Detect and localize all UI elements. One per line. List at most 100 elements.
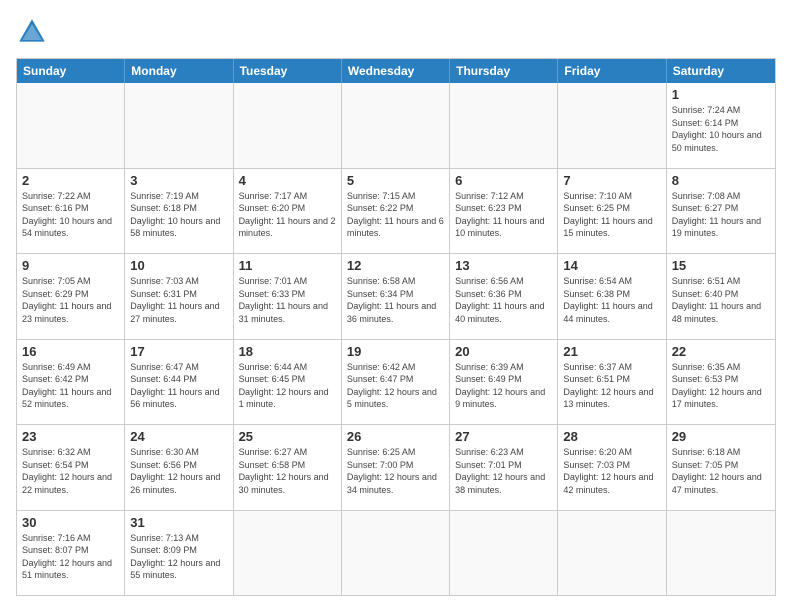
calendar-cell: 23 Sunrise: 6:32 AM Sunset: 6:54 PM Dayli… [17, 425, 125, 510]
day-info: Sunrise: 6:44 AM Sunset: 6:45 PM Dayligh… [239, 361, 336, 411]
day-number: 21 [563, 344, 660, 359]
calendar-cell [558, 511, 666, 596]
calendar-cell: 8 Sunrise: 7:08 AM Sunset: 6:27 PM Daylig… [667, 169, 775, 254]
day-info: Sunrise: 6:37 AM Sunset: 6:51 PM Dayligh… [563, 361, 660, 411]
day-number: 2 [22, 173, 119, 188]
calendar-cell: 22 Sunrise: 6:35 AM Sunset: 6:53 PM Dayli… [667, 340, 775, 425]
day-number: 6 [455, 173, 552, 188]
calendar-body: 1 Sunrise: 7:24 AM Sunset: 6:14 PM Daylig… [17, 83, 775, 595]
day-info: Sunrise: 6:58 AM Sunset: 6:34 PM Dayligh… [347, 275, 444, 325]
day-info: Sunrise: 6:25 AM Sunset: 7:00 PM Dayligh… [347, 446, 444, 496]
calendar-cell: 5 Sunrise: 7:15 AM Sunset: 6:22 PM Daylig… [342, 169, 450, 254]
calendar-cell [125, 83, 233, 168]
calendar-cell [667, 511, 775, 596]
calendar-cell: 19Sunrise: 6:42 AM Sunset: 6:47 PM Dayli… [342, 340, 450, 425]
day-number: 4 [239, 173, 336, 188]
day-number: 16 [22, 344, 119, 359]
day-number: 24 [130, 429, 227, 444]
day-number: 22 [672, 344, 770, 359]
day-info: Sunrise: 7:19 AM Sunset: 6:18 PM Dayligh… [130, 190, 227, 240]
calendar-cell [558, 83, 666, 168]
day-info: Sunrise: 6:27 AM Sunset: 6:58 PM Dayligh… [239, 446, 336, 496]
calendar-cell: 16 Sunrise: 6:49 AM Sunset: 6:42 PM Dayli… [17, 340, 125, 425]
calendar-row-6: 30Sunrise: 7:16 AM Sunset: 8:07 PM Dayli… [17, 510, 775, 596]
day-info: Sunrise: 6:56 AM Sunset: 6:36 PM Dayligh… [455, 275, 552, 325]
calendar-cell: 17Sunrise: 6:47 AM Sunset: 6:44 PM Dayli… [125, 340, 233, 425]
day-number: 30 [22, 515, 119, 530]
day-number: 5 [347, 173, 444, 188]
day-number: 1 [672, 87, 770, 102]
page: SundayMondayTuesdayWednesdayThursdayFrid… [0, 0, 792, 612]
day-info: Sunrise: 7:05 AM Sunset: 6:29 PM Dayligh… [22, 275, 119, 325]
calendar-row-3: 9Sunrise: 7:05 AM Sunset: 6:29 PM Daylig… [17, 253, 775, 339]
calendar-cell: 29Sunrise: 6:18 AM Sunset: 7:05 PM Dayli… [667, 425, 775, 510]
day-number: 26 [347, 429, 444, 444]
calendar-cell [450, 83, 558, 168]
day-info: Sunrise: 7:12 AM Sunset: 6:23 PM Dayligh… [455, 190, 552, 240]
calendar-cell [234, 83, 342, 168]
calendar-row-4: 16 Sunrise: 6:49 AM Sunset: 6:42 PM Dayli… [17, 339, 775, 425]
calendar-cell: 13 Sunrise: 6:56 AM Sunset: 6:36 PM Dayli… [450, 254, 558, 339]
calendar-cell: 4 Sunrise: 7:17 AM Sunset: 6:20 PM Daylig… [234, 169, 342, 254]
day-info: Sunrise: 6:47 AM Sunset: 6:44 PM Dayligh… [130, 361, 227, 411]
calendar-cell: 9Sunrise: 7:05 AM Sunset: 6:29 PM Daylig… [17, 254, 125, 339]
day-number: 3 [130, 173, 227, 188]
day-info: Sunrise: 6:51 AM Sunset: 6:40 PM Dayligh… [672, 275, 770, 325]
calendar: SundayMondayTuesdayWednesdayThursdayFrid… [16, 58, 776, 596]
day-info: Sunrise: 6:42 AM Sunset: 6:47 PM Dayligh… [347, 361, 444, 411]
day-number: 10 [130, 258, 227, 273]
day-info: Sunrise: 6:32 AM Sunset: 6:54 PM Dayligh… [22, 446, 119, 496]
day-number: 8 [672, 173, 770, 188]
header [16, 16, 776, 48]
day-number: 12 [347, 258, 444, 273]
calendar-cell: 6 Sunrise: 7:12 AM Sunset: 6:23 PM Daylig… [450, 169, 558, 254]
day-info: Sunrise: 6:30 AM Sunset: 6:56 PM Dayligh… [130, 446, 227, 496]
day-info: Sunrise: 7:15 AM Sunset: 6:22 PM Dayligh… [347, 190, 444, 240]
calendar-cell: 24 Sunrise: 6:30 AM Sunset: 6:56 PM Dayli… [125, 425, 233, 510]
day-info: Sunrise: 6:20 AM Sunset: 7:03 PM Dayligh… [563, 446, 660, 496]
day-number: 18 [239, 344, 336, 359]
day-number: 14 [563, 258, 660, 273]
day-info: Sunrise: 6:18 AM Sunset: 7:05 PM Dayligh… [672, 446, 770, 496]
day-number: 13 [455, 258, 552, 273]
calendar-cell: 30Sunrise: 7:16 AM Sunset: 8:07 PM Dayli… [17, 511, 125, 596]
day-info: Sunrise: 7:08 AM Sunset: 6:27 PM Dayligh… [672, 190, 770, 240]
day-info: Sunrise: 6:35 AM Sunset: 6:53 PM Dayligh… [672, 361, 770, 411]
calendar-cell: 31 Sunrise: 7:13 AM Sunset: 8:09 PM Dayli… [125, 511, 233, 596]
day-number: 27 [455, 429, 552, 444]
calendar-cell: 1 Sunrise: 7:24 AM Sunset: 6:14 PM Daylig… [667, 83, 775, 168]
day-info: Sunrise: 6:49 AM Sunset: 6:42 PM Dayligh… [22, 361, 119, 411]
day-info: Sunrise: 6:54 AM Sunset: 6:38 PM Dayligh… [563, 275, 660, 325]
day-number: 20 [455, 344, 552, 359]
calendar-cell [342, 83, 450, 168]
day-info: Sunrise: 6:39 AM Sunset: 6:49 PM Dayligh… [455, 361, 552, 411]
header-day-tuesday: Tuesday [234, 59, 342, 83]
day-number: 28 [563, 429, 660, 444]
calendar-row-2: 2 Sunrise: 7:22 AM Sunset: 6:16 PM Daylig… [17, 168, 775, 254]
day-number: 15 [672, 258, 770, 273]
logo-icon [16, 16, 48, 48]
day-info: Sunrise: 7:17 AM Sunset: 6:20 PM Dayligh… [239, 190, 336, 240]
header-day-thursday: Thursday [450, 59, 558, 83]
day-number: 31 [130, 515, 227, 530]
calendar-cell: 3 Sunrise: 7:19 AM Sunset: 6:18 PM Daylig… [125, 169, 233, 254]
day-number: 23 [22, 429, 119, 444]
calendar-cell: 14 Sunrise: 6:54 AM Sunset: 6:38 PM Dayli… [558, 254, 666, 339]
calendar-cell: 18 Sunrise: 6:44 AM Sunset: 6:45 PM Dayli… [234, 340, 342, 425]
day-info: Sunrise: 7:24 AM Sunset: 6:14 PM Dayligh… [672, 104, 770, 154]
calendar-cell: 11Sunrise: 7:01 AM Sunset: 6:33 PM Dayli… [234, 254, 342, 339]
logo [16, 16, 50, 48]
calendar-row-1: 1 Sunrise: 7:24 AM Sunset: 6:14 PM Daylig… [17, 83, 775, 168]
day-info: Sunrise: 7:10 AM Sunset: 6:25 PM Dayligh… [563, 190, 660, 240]
calendar-cell: 26 Sunrise: 6:25 AM Sunset: 7:00 PM Dayli… [342, 425, 450, 510]
calendar-cell: 7Sunrise: 7:10 AM Sunset: 6:25 PM Daylig… [558, 169, 666, 254]
calendar-cell [17, 83, 125, 168]
calendar-cell: 25Sunrise: 6:27 AM Sunset: 6:58 PM Dayli… [234, 425, 342, 510]
day-info: Sunrise: 7:13 AM Sunset: 8:09 PM Dayligh… [130, 532, 227, 582]
day-info: Sunrise: 7:22 AM Sunset: 6:16 PM Dayligh… [22, 190, 119, 240]
calendar-cell [450, 511, 558, 596]
header-day-sunday: Sunday [17, 59, 125, 83]
calendar-header: SundayMondayTuesdayWednesdayThursdayFrid… [17, 59, 775, 83]
calendar-cell [342, 511, 450, 596]
calendar-cell: 20 Sunrise: 6:39 AM Sunset: 6:49 PM Dayli… [450, 340, 558, 425]
